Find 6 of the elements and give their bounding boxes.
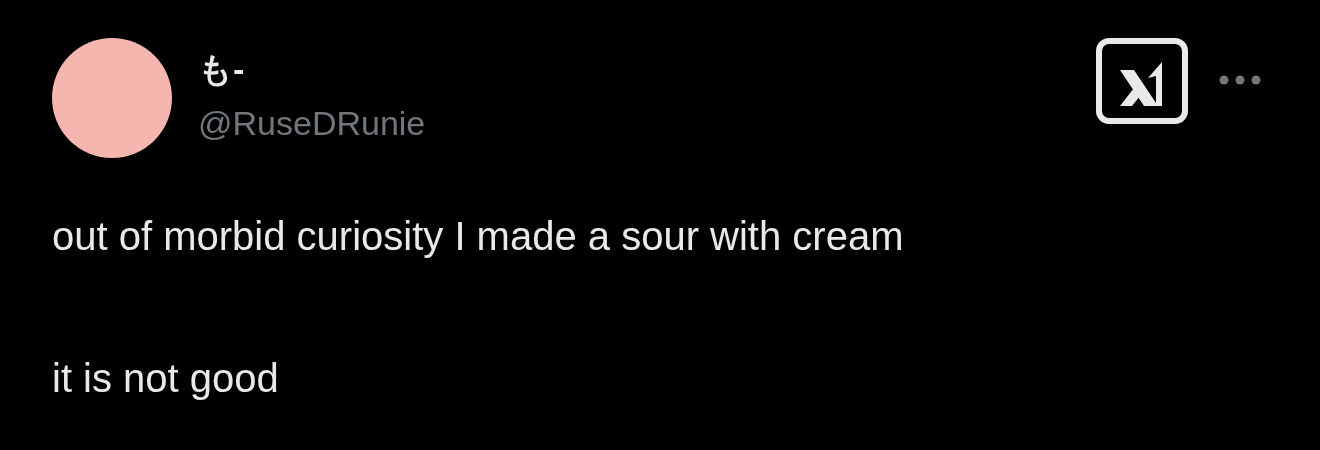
- more-options-icon[interactable]: [1218, 74, 1262, 86]
- username: @RuseDRunie: [198, 103, 426, 144]
- display-name: も-: [198, 49, 246, 90]
- post-text: it is not good: [52, 355, 280, 402]
- post-text: out of morbid curiosity I made a sour with cream: [52, 213, 905, 260]
- logo-icon: [1096, 38, 1188, 124]
